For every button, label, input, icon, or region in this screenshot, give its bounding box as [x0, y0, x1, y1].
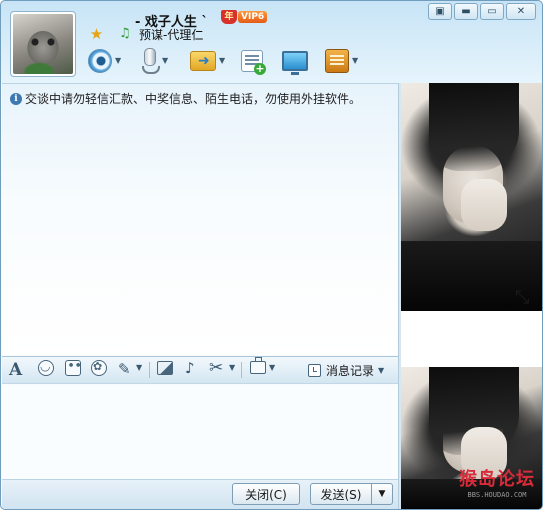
- magic-emoticon-icon[interactable]: [65, 358, 81, 376]
- info-icon: i: [10, 92, 22, 105]
- forum-watermark: 猴岛论坛 BBS.HOUDAO.COM: [453, 469, 541, 509]
- note-add-icon: [241, 50, 266, 75]
- contact-signature: 预谋-代理仁: [139, 28, 204, 42]
- star-icon[interactable]: ★: [89, 27, 104, 42]
- shake-window-icon[interactable]: [91, 360, 107, 376]
- maximize-button[interactable]: ▭: [480, 3, 504, 20]
- message-history-button[interactable]: 消息记录 ▼: [303, 359, 391, 381]
- contact-avatar[interactable]: [10, 11, 76, 77]
- send-image-icon[interactable]: [157, 361, 173, 375]
- chevron-down-icon[interactable]: ▼: [136, 363, 142, 372]
- voice-call-button[interactable]: ▼: [139, 47, 170, 75]
- collapse-pane-icon[interactable]: ⤡: [515, 289, 529, 307]
- toolbar-divider: [149, 362, 150, 378]
- history-clock-icon: [308, 363, 321, 377]
- watermark-url: BBS.HOUDAO.COM: [467, 491, 527, 499]
- vip-badge[interactable]: 年 VIP6: [221, 9, 268, 25]
- font-icon[interactable]: A: [9, 360, 22, 380]
- message-history-label: 消息记录: [326, 363, 375, 378]
- minimize-button[interactable]: ▬: [454, 3, 478, 20]
- vip-crown-icon: 年: [221, 10, 237, 24]
- folder-send-icon: [190, 51, 216, 71]
- send-button[interactable]: 发送(S): [310, 483, 372, 505]
- window-controls: ▣ ▬ ▭ ✕: [428, 3, 536, 20]
- close-window-button[interactable]: ✕: [506, 3, 536, 20]
- chevron-down-icon[interactable]: ▼: [378, 366, 384, 375]
- photo-hand: [461, 179, 507, 231]
- photo-hair: [429, 83, 519, 171]
- chat-window: - 戏子人生 ` 年 VIP6 ★ ♫ 预谋-代理仁 ▣ ▬ ▭ ✕ ▼ ▼ ▼…: [0, 0, 543, 510]
- music-icon[interactable]: ♪: [185, 359, 195, 377]
- avatar-image: [13, 14, 73, 74]
- chevron-down-icon[interactable]: ▼: [229, 363, 235, 372]
- webcam-icon: [88, 49, 112, 73]
- music-note-icon[interactable]: ♫: [119, 27, 133, 41]
- chevron-down-icon[interactable]: ▼: [115, 57, 123, 65]
- security-notice-text: 交谈中请勿轻信汇款、中奖信息、陌生电话，勿使用外挂软件。: [25, 92, 362, 106]
- chevron-down-icon[interactable]: ▼: [352, 57, 360, 65]
- emoticon-icon[interactable]: [38, 359, 54, 376]
- toolbox-icon[interactable]: [250, 357, 266, 374]
- chevron-down-icon[interactable]: ▼: [219, 57, 227, 65]
- contact-show-image: [401, 83, 542, 311]
- video-call-button[interactable]: ▼: [88, 47, 123, 75]
- action-bar: 关闭(C) 发送(S) ▼: [2, 479, 398, 509]
- watermark-logo: 猴岛论坛: [459, 469, 535, 490]
- screen-share-icon: [282, 51, 308, 75]
- send-file-button[interactable]: ▼: [190, 47, 227, 75]
- remote-assist-button[interactable]: [282, 47, 308, 75]
- create-discussion-button[interactable]: [241, 47, 266, 75]
- screenshot-scissors-icon[interactable]: ✂: [209, 358, 223, 378]
- voice-message-icon[interactable]: ✎: [118, 360, 131, 378]
- microphone-icon: [139, 48, 160, 74]
- chevron-down-icon[interactable]: ▼: [269, 363, 275, 372]
- skin-button[interactable]: ▣: [428, 3, 452, 20]
- toolbar-divider: [241, 362, 242, 378]
- close-button[interactable]: 关闭(C): [232, 483, 300, 505]
- chevron-down-icon[interactable]: ▼: [162, 57, 170, 65]
- message-history-panel[interactable]: i 交谈中请勿轻信汇款、中奖信息、陌生电话，勿使用外挂软件。: [2, 83, 398, 355]
- format-toolbar: A ✎ ▼ ♪ ✂ ▼ ▼ 消息记录 ▼: [2, 356, 398, 384]
- app-box-icon: [325, 49, 349, 73]
- send-options-dropdown[interactable]: ▼: [371, 483, 393, 505]
- apps-button[interactable]: ▼: [325, 47, 360, 75]
- security-notice: i 交谈中请勿轻信汇款、中奖信息、陌生电话，勿使用外挂软件。: [10, 90, 361, 107]
- vip-level: VIP6: [238, 11, 268, 23]
- message-input[interactable]: [2, 385, 398, 479]
